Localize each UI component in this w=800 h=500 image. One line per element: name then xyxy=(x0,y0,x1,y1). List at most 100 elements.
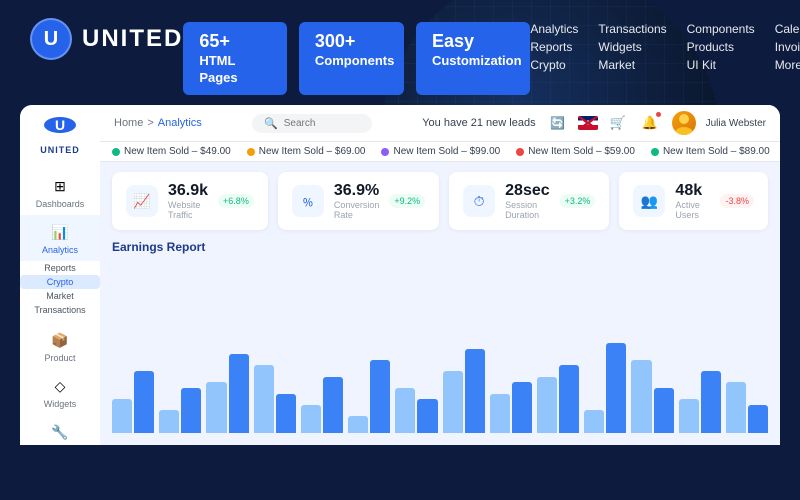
stat-value: 48k xyxy=(675,182,710,200)
nav-components[interactable]: Components xyxy=(687,22,755,36)
stat-card: 📈 36.9k Website Traffic +6.8% xyxy=(112,172,268,230)
chart-bar-group xyxy=(443,349,485,433)
nav-analytics[interactable]: Analytics xyxy=(530,22,578,36)
ticker-dot xyxy=(247,148,255,156)
earnings-title: Earnings Report xyxy=(112,240,768,254)
chart-bar xyxy=(679,399,699,433)
breadcrumb-sep: > xyxy=(147,117,153,129)
ticker-item: New Item Sold – $99.00 xyxy=(381,146,500,157)
ticker-text: New Item Sold – $99.00 xyxy=(393,146,500,157)
topbar-right: You have 21 new leads 🔄 🛒 🔔 xyxy=(422,111,766,135)
ticker-dot xyxy=(381,148,389,156)
logo-icon: U xyxy=(30,18,72,60)
chart-bar-group xyxy=(395,388,437,433)
cart-button[interactable]: 🛒 xyxy=(606,111,630,135)
chart-area xyxy=(112,260,768,437)
chart-bar xyxy=(631,360,651,433)
avatar xyxy=(672,111,696,135)
stat-value: 36.9% xyxy=(334,182,380,200)
chart-bar-group xyxy=(206,354,248,433)
sidebar-item-dashboards[interactable]: ⊞ Dashboards xyxy=(20,169,100,215)
language-flag[interactable] xyxy=(578,116,598,130)
chart-bar-group xyxy=(584,343,626,433)
nav-ui-kit[interactable]: UI Kit xyxy=(687,58,755,72)
stat-card: 👥 48k Active Users -3.8% xyxy=(619,172,768,230)
chart-bar xyxy=(159,410,179,433)
stat-value: 36.9k xyxy=(168,182,208,200)
sidebar-sub-crypto[interactable]: Crypto xyxy=(20,275,100,289)
chart-bar xyxy=(465,349,485,433)
stat-icon: ﹪ xyxy=(292,185,324,217)
nav-products[interactable]: Products xyxy=(687,40,755,54)
chart-bar-group xyxy=(679,371,721,433)
brand-logo: U UNITED xyxy=(30,18,183,60)
nav-transactions[interactable]: Transactions xyxy=(598,22,666,36)
chart-bar-group xyxy=(112,371,154,433)
chart-bar xyxy=(443,371,463,433)
chart-bar xyxy=(417,399,437,433)
nav-more[interactable]: More... xyxy=(775,58,800,72)
chart-bar xyxy=(395,388,415,433)
chart-bar xyxy=(301,405,321,433)
stat-change: +3.2% xyxy=(560,194,596,208)
nav-reports[interactable]: Reports xyxy=(530,40,578,54)
refresh-button[interactable]: 🔄 xyxy=(546,111,570,135)
stat-info: 28sec Session Duration xyxy=(505,182,550,220)
sidebar-sub-reports[interactable]: Reports xyxy=(20,261,100,275)
main-content: U UNITED ⊞ Dashboards 📊 Analytics Report… xyxy=(20,105,780,445)
breadcrumb-current: Analytics xyxy=(158,117,202,129)
stat-change: +6.8% xyxy=(218,194,254,208)
nav-widgets[interactable]: Widgets xyxy=(598,40,666,54)
stat-card: ﹪ 36.9% Conversion Rate +9.2% xyxy=(278,172,439,230)
stat-info: 36.9% Conversion Rate xyxy=(334,182,380,220)
search-input[interactable] xyxy=(284,118,364,129)
breadcrumb-home[interactable]: Home xyxy=(114,117,143,129)
nav-invoice[interactable]: Invoice xyxy=(775,40,800,54)
sidebar-item-settings[interactable]: 🔧 xyxy=(20,415,100,445)
chart-bar-group xyxy=(348,360,390,433)
sidebar-sub-transactions[interactable]: Transactions xyxy=(20,303,100,317)
ticker-dot xyxy=(516,148,524,156)
stat-label: Session Duration xyxy=(505,200,550,220)
ticker-item: New Item Sold – $59.00 xyxy=(516,146,635,157)
nav-calendar[interactable]: Calendar xyxy=(775,22,800,36)
stat-label: Website Traffic xyxy=(168,200,208,220)
notification-dot xyxy=(655,111,662,118)
sidebar-item-product[interactable]: 📦 Product xyxy=(20,323,100,369)
dashboard-area: Home > Analytics 🔍 You have 21 new leads… xyxy=(100,105,780,445)
ticker-dot xyxy=(651,148,659,156)
chart-bar xyxy=(701,371,721,433)
chart-bar xyxy=(537,377,557,433)
nav-links: Analytics Reports Crypto Transactions Wi… xyxy=(530,22,800,72)
sidebar-item-widgets[interactable]: ◇ Widgets xyxy=(20,369,100,415)
search-box[interactable]: 🔍 xyxy=(252,114,372,133)
chart-bar xyxy=(606,343,626,433)
search-icon: 🔍 xyxy=(264,117,278,130)
topbar-icons: 🔄 🛒 🔔 xyxy=(546,111,662,135)
feature-badge-2: Easy Customization xyxy=(416,22,530,95)
widgets-icon: ◇ xyxy=(49,375,71,397)
notification-button[interactable]: 🔔 xyxy=(638,111,662,135)
feature-badge-0: 65+ HTML Pages xyxy=(183,22,287,95)
chart-bar xyxy=(559,365,579,433)
ticker-item: New Item Sold – $89.00 xyxy=(651,146,770,157)
nav-crypto[interactable]: Crypto xyxy=(530,58,578,72)
nav-market[interactable]: Market xyxy=(598,58,666,72)
chart-bar xyxy=(276,394,296,433)
feature-badge-1: 300+ Components xyxy=(299,22,404,95)
ticker-text: New Item Sold – $69.00 xyxy=(259,146,366,157)
sidebar-dashboards-label: Dashboards xyxy=(36,199,85,209)
sidebar-item-analytics[interactable]: 📊 Analytics xyxy=(20,215,100,261)
stat-change: +9.2% xyxy=(389,194,425,208)
chart-bar-group xyxy=(254,365,296,433)
top-header: U UNITED 65+ HTML Pages 300+ Components … xyxy=(0,0,800,105)
chart-bar xyxy=(134,371,154,433)
stat-change: -3.8% xyxy=(720,194,754,208)
sidebar-sub-market[interactable]: Market xyxy=(20,289,100,303)
stat-info: 36.9k Website Traffic xyxy=(168,182,208,220)
ticker-item: New Item Sold – $69.00 xyxy=(247,146,366,157)
chart-bar xyxy=(348,416,368,433)
chart-bar xyxy=(254,365,274,433)
chart-bar xyxy=(654,388,674,433)
chart-bar xyxy=(512,382,532,433)
